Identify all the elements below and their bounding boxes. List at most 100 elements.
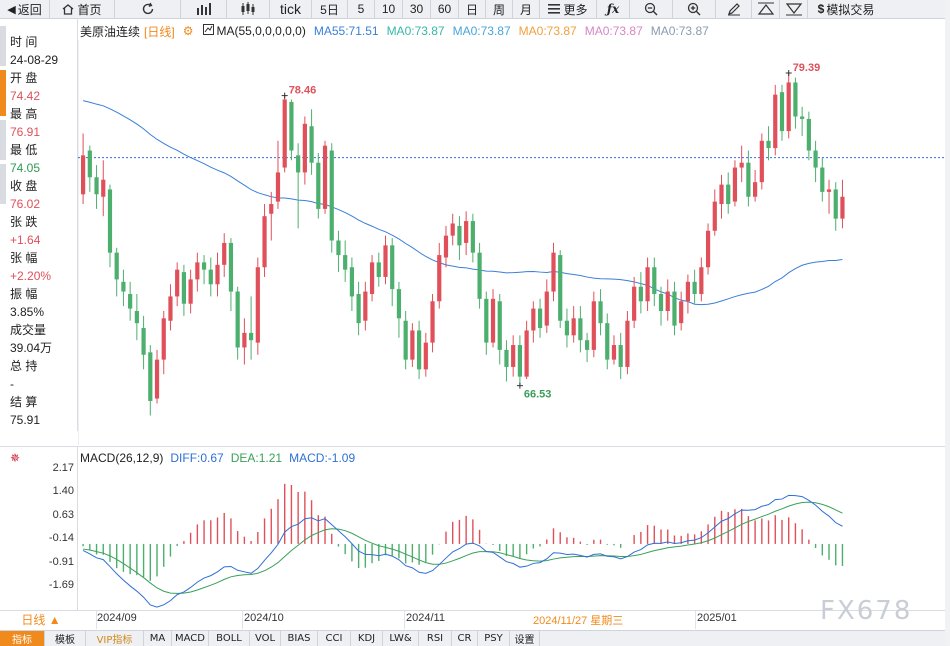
period-30min[interactable]: 30 <box>403 0 431 18</box>
period-month[interactable]: 月 <box>513 0 540 18</box>
candle-body <box>611 345 617 360</box>
candle-body <box>679 301 684 324</box>
tab-indicators[interactable]: 指标 <box>0 631 45 646</box>
tab-rsi[interactable]: RSI <box>419 631 452 646</box>
macd-chart[interactable] <box>78 466 945 610</box>
tab-vip-indicators[interactable]: VIP指标 <box>86 631 144 646</box>
candle-body <box>652 267 657 294</box>
time-label: 时 间 <box>10 35 38 49</box>
ma-value-d: MA0:73.87 <box>584 24 643 38</box>
candle-body <box>786 82 791 132</box>
settlement-value: 75.91 <box>10 413 41 427</box>
candle-body <box>719 184 724 205</box>
period-dropdown[interactable]: 日线 ▲ <box>8 611 74 627</box>
candle-body <box>181 272 186 304</box>
candle-body <box>228 242 234 292</box>
candlestick-icon <box>239 2 257 16</box>
date-separator <box>242 611 243 629</box>
back-button[interactable]: ◀ 返回 <box>0 0 50 18</box>
tab-vol[interactable]: VOL <box>250 631 281 646</box>
expand-button[interactable] <box>780 0 808 18</box>
indicator-chart-button[interactable] <box>181 0 227 18</box>
zoom-out-button[interactable] <box>630 0 673 18</box>
tab-psy[interactable]: PSY <box>478 631 510 646</box>
tab-cci[interactable]: CCI <box>318 631 351 646</box>
candle-body <box>262 216 267 268</box>
close-value: 76.02 <box>10 197 41 211</box>
ma-value-c: MA0:73.87 <box>518 24 577 38</box>
tab-lw[interactable]: LW& <box>383 631 419 646</box>
refresh-button[interactable] <box>115 0 181 18</box>
candle-body <box>464 221 469 243</box>
ma-toggle-icon[interactable] <box>203 24 215 38</box>
home-icon <box>62 3 74 15</box>
candle-body <box>578 318 583 341</box>
period-day[interactable]: 日 <box>459 0 486 18</box>
tick-button[interactable]: tick <box>270 0 312 18</box>
candle-body <box>175 269 180 297</box>
ma-value-b: MA0:73.87 <box>452 24 511 38</box>
amplitude-value: 3.85% <box>10 305 45 319</box>
candle-body <box>168 296 173 321</box>
tab-bias[interactable]: BIAS <box>281 631 318 646</box>
candle-body <box>712 201 717 231</box>
candle-body <box>302 123 307 173</box>
candle-body <box>376 262 381 277</box>
tab-kdj[interactable]: KDJ <box>351 631 383 646</box>
candle-body <box>316 162 321 209</box>
formula-button[interactable]: ƒx <box>597 0 630 18</box>
tick-label: tick <box>280 1 301 17</box>
candle-body <box>437 255 442 302</box>
period-10min[interactable]: 10 <box>375 0 403 18</box>
period-week[interactable]: 周 <box>486 0 513 18</box>
home-button[interactable]: 首页 <box>50 0 115 18</box>
side-tab-strip[interactable] <box>0 26 6 226</box>
zoom-in-button[interactable] <box>673 0 716 18</box>
candle-body <box>692 281 697 294</box>
period-5day[interactable]: 5日 <box>312 0 348 18</box>
candle-body <box>349 267 354 297</box>
collapse-button[interactable] <box>752 0 780 18</box>
tab-label: RSI <box>426 633 444 644</box>
price-candlestick-chart[interactable]: 78.46 66.53 79.39 <box>78 40 945 445</box>
volume-label: 成交量 <box>10 323 47 337</box>
settings-icon[interactable]: ⚙ <box>183 24 194 38</box>
candle-body <box>282 99 287 168</box>
candle-body <box>598 301 603 324</box>
candle-body <box>336 240 341 256</box>
draw-button[interactable] <box>716 0 752 18</box>
macd-axis-tick: 1.40 <box>52 485 74 497</box>
candle-body <box>134 311 139 324</box>
tab-macd[interactable]: MACD <box>172 631 209 646</box>
candle-body <box>773 94 778 149</box>
high-value: 76.91 <box>10 125 41 139</box>
tab-settings[interactable]: 设置 <box>510 631 540 646</box>
tab-cr[interactable]: CR <box>452 631 478 646</box>
tab-ma[interactable]: MA <box>144 631 172 646</box>
sim-trade-button[interactable]: $ 模拟交易 <box>808 0 884 18</box>
bottom-indicator-bar: 指标 模板 VIP指标 MA MACD BOLL VOL BIAS CCI KD… <box>0 630 950 646</box>
candle-body <box>685 281 690 302</box>
candle-body <box>524 330 529 377</box>
candle-type-button[interactable] <box>227 0 270 18</box>
more-button[interactable]: 更多 <box>540 0 597 18</box>
extreme-price-label: 66.53 <box>524 389 552 401</box>
period-5min[interactable]: 5 <box>348 0 375 18</box>
candle-body <box>840 196 845 219</box>
candle-body <box>343 255 348 270</box>
period-tag: [日线] <box>144 24 175 39</box>
top-toolbar: ◀ 返回 首页 tick 5日 5 10 30 60 日 周 月 更多 ƒx $… <box>0 0 950 19</box>
watermark: FX678 <box>820 596 913 626</box>
period-60min[interactable]: 60 <box>431 0 459 18</box>
tab-boll[interactable]: BOLL <box>209 631 250 646</box>
macd-legend: MACD(26,12,9) DIFF:0.67 DEA:1.21 MACD:-1… <box>80 450 362 466</box>
candle-body <box>632 286 637 321</box>
tab-templates[interactable]: 模板 <box>45 631 86 646</box>
close-label: 收 盘 <box>10 179 38 193</box>
candle-body <box>141 328 146 355</box>
candle-body <box>571 318 576 336</box>
right-scroll-edge <box>945 0 950 645</box>
date-separator <box>695 611 696 629</box>
candle-body <box>699 267 704 294</box>
tab-label: MACD <box>175 633 205 644</box>
